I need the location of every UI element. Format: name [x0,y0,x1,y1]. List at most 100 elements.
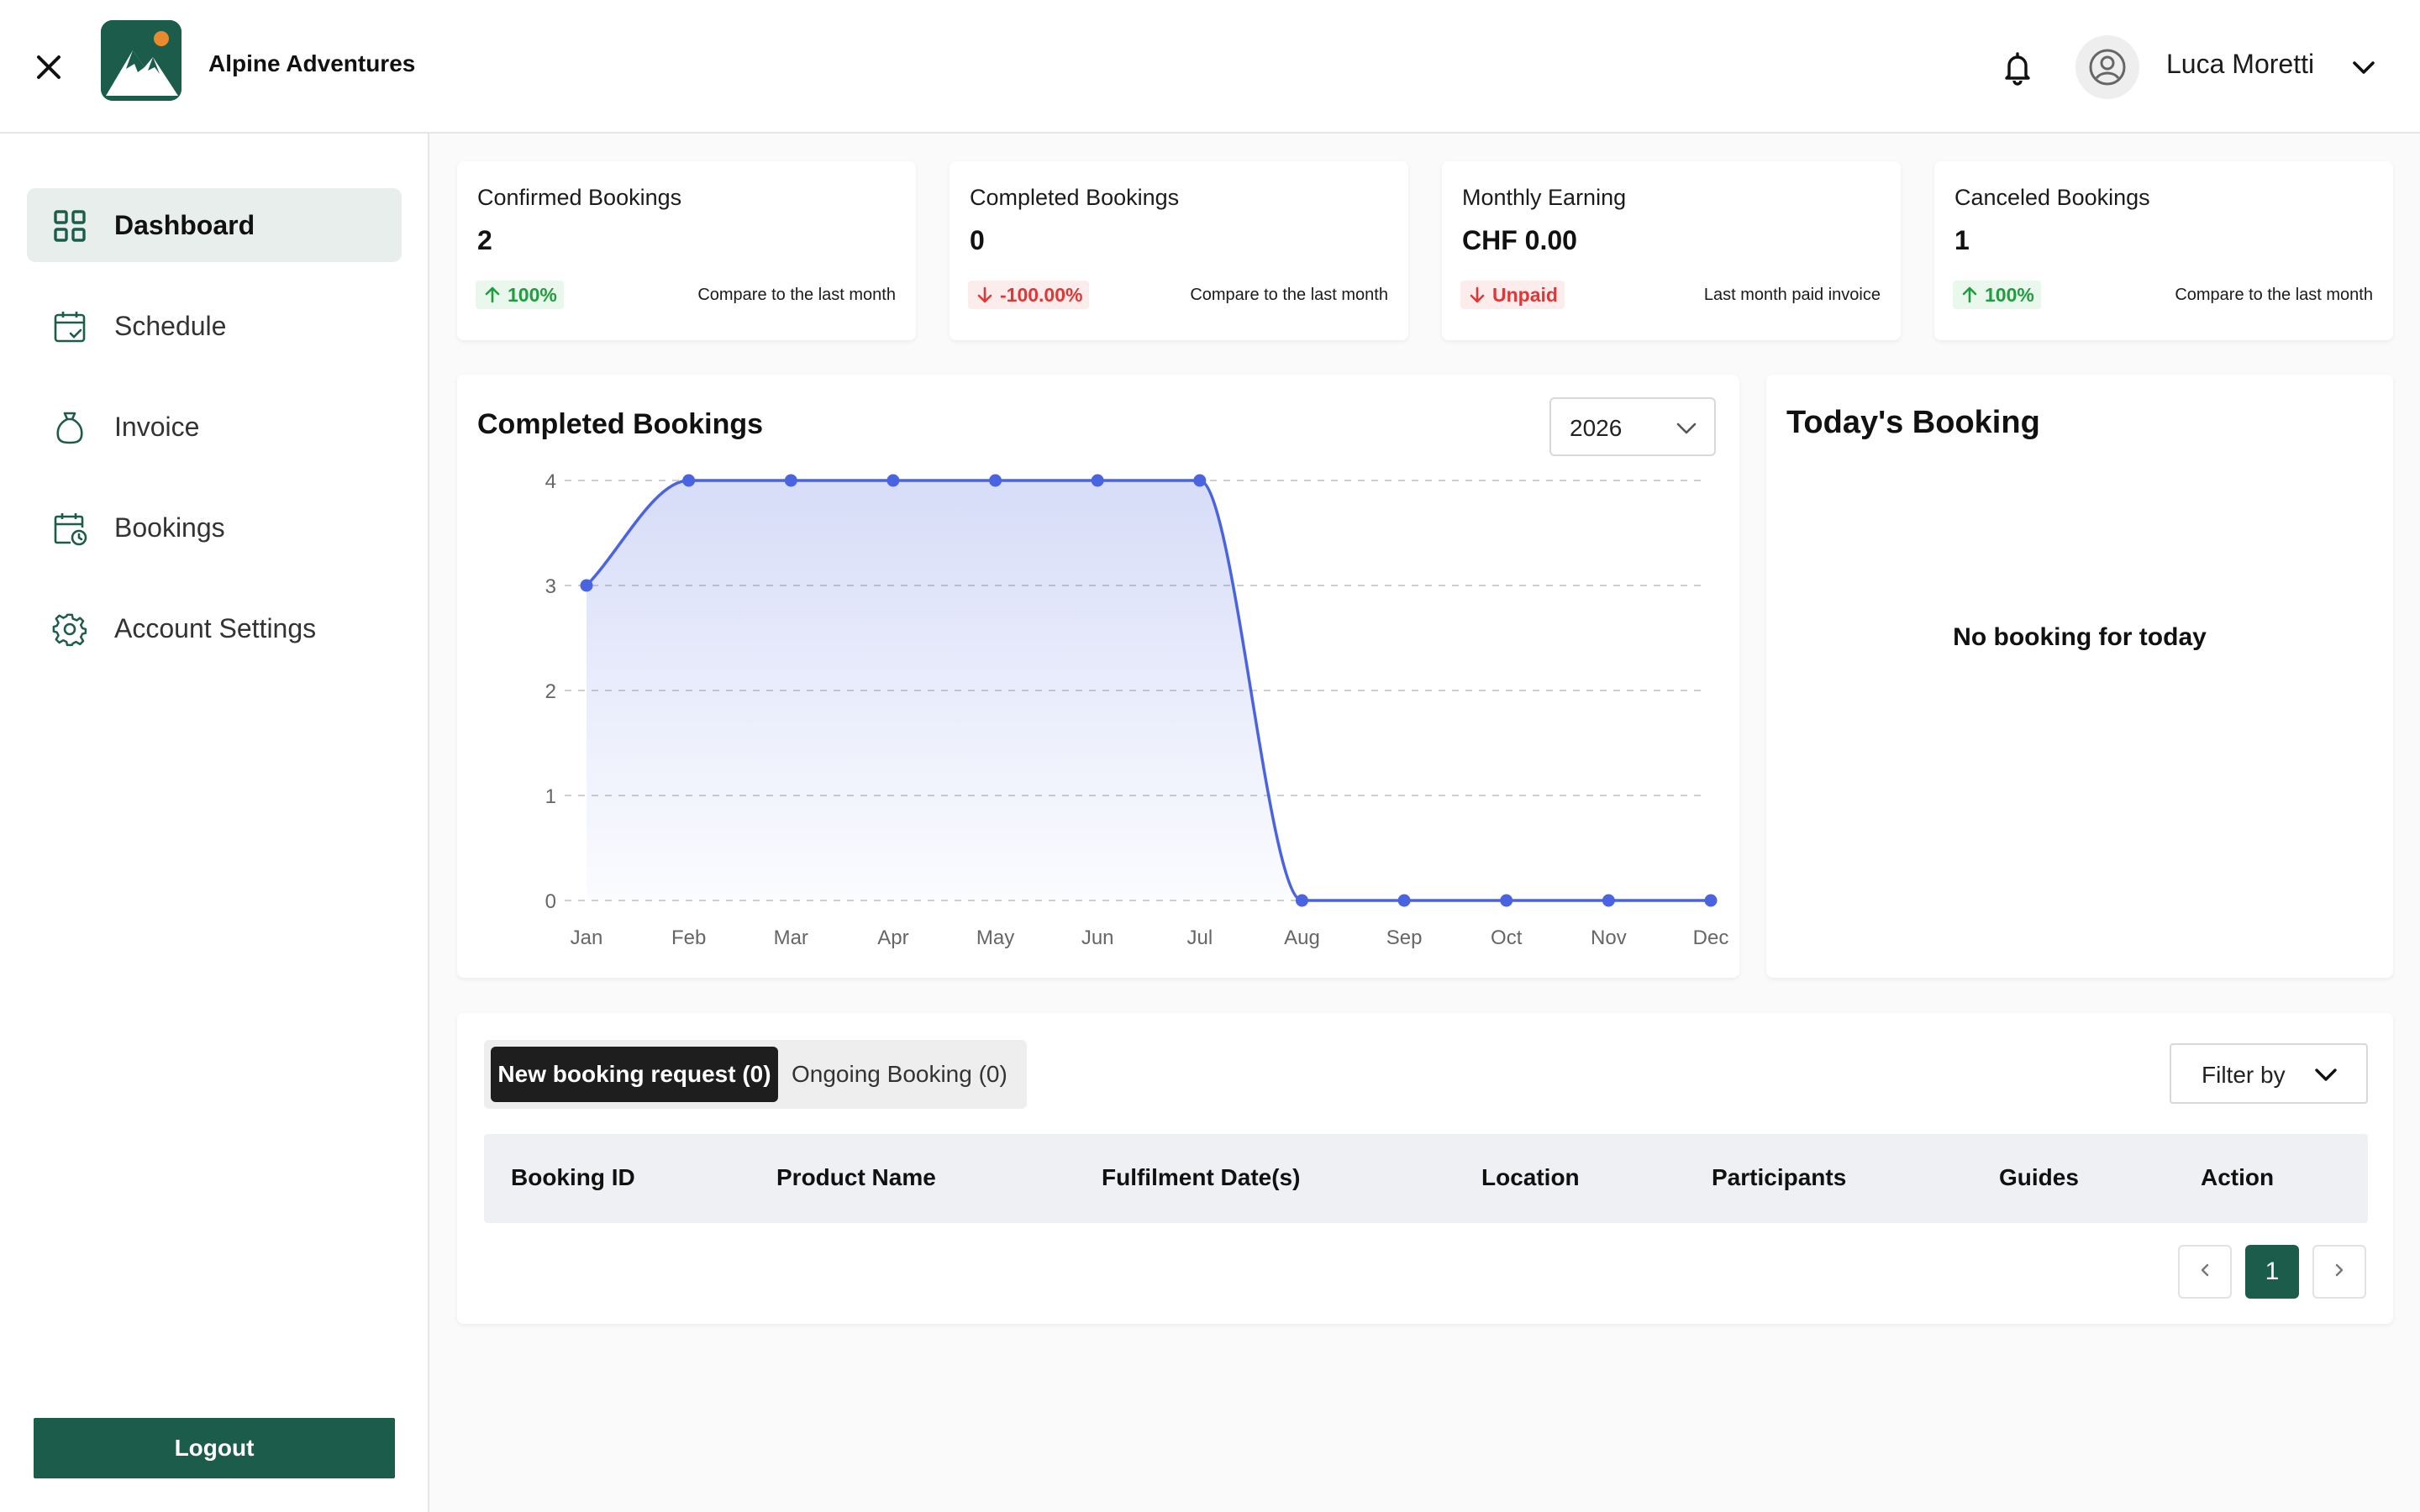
completed-bookings-chart-card: Completed Bookings 2026 0 1 2 3 4 Jan Feb Mar Ap… [457,375,1739,978]
table-header: Booking ID Product Name Fulfilment Date(… [484,1134,2368,1223]
sidebar-item-account-settings[interactable]: Account Settings [27,591,402,665]
column-header-location[interactable]: Location [1481,1164,1580,1191]
stat-card-canceled: Canceled Bookings 1 100% Compare to the … [1934,161,2393,340]
data-point[interactable] [989,474,1002,487]
data-point[interactable] [784,474,797,487]
data-point[interactable] [682,474,696,487]
filter-by-dropdown[interactable]: Filter by [2170,1043,2368,1104]
close-icon[interactable] [32,50,66,84]
money-bag-icon [52,410,87,445]
x-tick-label: Jun [1081,927,1114,949]
top-header: Alpine Adventures Luca Moretti [0,0,2420,134]
arrow-down-icon [1467,285,1487,305]
trend-badge: 100% [1953,281,2041,309]
data-point[interactable] [1704,894,1718,907]
gear-icon [52,612,87,647]
chevron-down-icon [2311,1060,2341,1090]
x-tick-label: Sep [1386,927,1423,949]
sidebar-item-bookings[interactable]: Bookings [27,491,402,564]
pagination-next-button[interactable] [2312,1245,2366,1299]
brand-name: Alpine Adventures [208,50,416,76]
x-tick-label: Aug [1284,927,1320,949]
stat-title: Monthly Earning [1462,185,1627,210]
arrow-up-icon [482,285,502,305]
data-point[interactable] [886,474,900,487]
completed-bookings-chart: 0 1 2 3 4 Jan Feb Mar Apr May Jun Jul Aug Sep Oct Nov De… [545,470,1729,949]
chevron-right-icon [2329,1260,2349,1284]
sidebar: Dashboard Schedule Invoice Bookings Acco… [0,134,429,1512]
todays-booking-title: Today's Booking [1786,405,2040,440]
stat-card-monthly-earning: Monthly Earning CHF 0.00 Unpaid Last mon… [1442,161,1901,340]
data-point[interactable] [1397,894,1411,907]
y-tick-label: 2 [545,680,556,703]
notification-bell-icon[interactable] [1997,47,2038,87]
trend-value: -100.00% [1000,283,1083,306]
column-header-product-name[interactable]: Product Name [776,1164,936,1191]
data-point[interactable] [1295,894,1308,907]
filter-label: Filter by [2202,1062,2286,1088]
column-header-fulfilment-dates[interactable]: Fulfilment Date(s) [1102,1164,1300,1191]
x-tick-label: Feb [671,927,706,949]
sidebar-item-dashboard[interactable]: Dashboard [27,188,402,262]
x-tick-label: Mar [774,927,808,949]
column-header-guides[interactable]: Guides [1999,1164,2079,1191]
tab-new-booking-request[interactable]: New booking request (0) [491,1047,778,1102]
pagination-prev-button[interactable] [2178,1245,2232,1299]
sidebar-item-label: Dashboard [114,210,255,240]
stat-card-completed: Completed Bookings 0 -100.00% Compare to… [950,161,1408,340]
stat-note: Last month paid invoice [1703,286,1881,304]
todays-booking-card: Today's Booking No booking for today [1766,375,2393,978]
stat-value: 2 [477,225,492,255]
brand-logo [101,20,182,101]
column-header-action[interactable]: Action [2201,1164,2274,1191]
booking-tabs: New booking request (0) Ongoing Booking … [484,1040,1027,1109]
trend-value: Unpaid [1492,283,1558,306]
sidebar-item-schedule[interactable]: Schedule [27,289,402,363]
stat-title: Completed Bookings [970,185,1180,210]
calendar-clock-icon [52,511,87,546]
y-tick-label: 3 [545,575,556,598]
trend-badge: Unpaid [1460,281,1565,309]
trend-badge: 100% [476,281,564,309]
x-tick-label: Apr [877,927,908,949]
x-tick-label: Jul [1186,927,1213,949]
x-tick-label: Oct [1491,927,1523,949]
y-tick-label: 1 [545,785,556,808]
pagination-page-current[interactable]: 1 [2245,1245,2299,1299]
user-name[interactable]: Luca Moretti [2166,49,2314,80]
sidebar-item-label: Invoice [114,412,200,442]
y-tick-label: 4 [545,470,556,493]
data-point[interactable] [1602,894,1615,907]
data-point[interactable] [1500,894,1513,907]
tab-ongoing-booking[interactable]: Ongoing Booking (0) [792,1047,1022,1102]
stat-note: Compare to the last month [697,286,896,304]
column-header-booking-id[interactable]: Booking ID [511,1164,635,1191]
data-point[interactable] [1193,474,1207,487]
data-point[interactable] [580,579,593,592]
column-header-participants[interactable]: Participants [1712,1164,1846,1191]
arrow-up-icon [1960,285,1980,305]
logout-button[interactable]: Logout [34,1418,395,1478]
bookings-table-card: New booking request (0) Ongoing Booking … [457,1013,2393,1324]
stat-note: Compare to the last month [2175,286,2373,304]
arrow-down-icon [975,285,995,305]
user-avatar-icon[interactable] [2075,35,2139,99]
stat-title: Canceled Bookings [1954,185,2150,210]
y-tick-label: 0 [545,890,556,913]
calendar-check-icon [52,309,87,344]
sidebar-item-label: Schedule [114,311,227,341]
series-area [587,480,1711,900]
data-point[interactable] [1091,474,1104,487]
dashboard-grid-icon [52,208,87,244]
stat-card-confirmed: Confirmed Bookings 2 100% Compare to the… [457,161,916,340]
chevron-left-icon [2195,1260,2215,1284]
trend-value: 100% [508,283,557,306]
trend-badge: -100.00% [968,281,1090,309]
chevron-down-icon[interactable] [2348,52,2380,84]
x-tick-label: Jan [571,927,603,949]
empty-state-text: No booking for today [1953,623,2207,651]
stat-value: CHF 0.00 [1462,225,1577,255]
sidebar-item-label: Account Settings [114,613,317,643]
sidebar-item-invoice[interactable]: Invoice [27,390,402,464]
x-tick-label: Nov [1591,927,1627,949]
